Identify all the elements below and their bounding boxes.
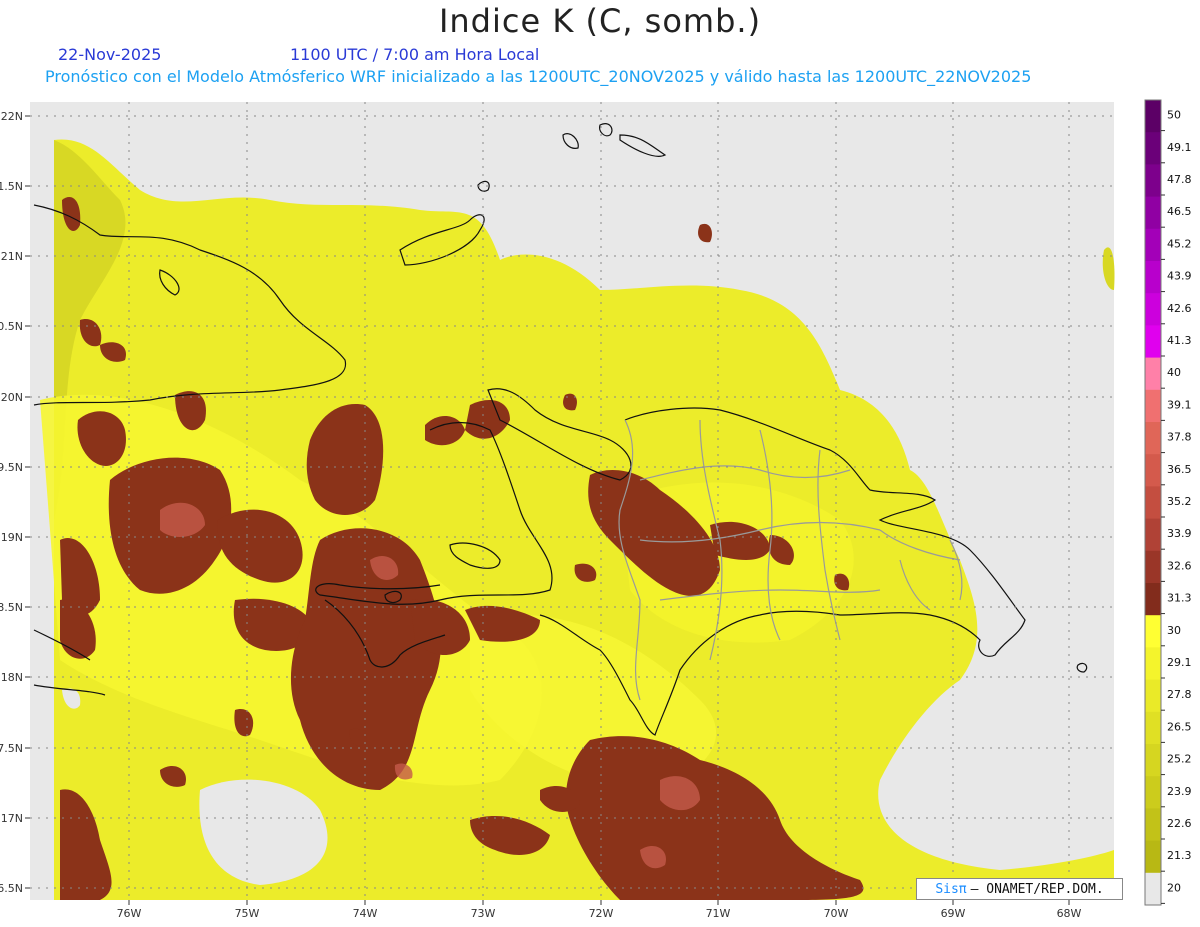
lon-tick-label: 71W: [706, 907, 731, 920]
colorbar-label: 21.3: [1167, 849, 1192, 862]
colorbar-label: 42.6: [1167, 302, 1192, 315]
colorbar-swatch: [1145, 583, 1161, 616]
lon-tick-label: 75W: [235, 907, 260, 920]
lon-tick-label: 68W: [1057, 907, 1082, 920]
colorbar-label: 50: [1167, 109, 1181, 122]
colorbar-label: 23.9: [1167, 785, 1192, 798]
longitude-ticks: 76W 75W 74W 73W 72W 71W 70W 69W 68W: [117, 900, 1082, 920]
colorbar-swatch: [1145, 357, 1161, 391]
colorbar-swatch: [1145, 647, 1161, 681]
colorbar-swatch: [1145, 164, 1161, 198]
colorbar-swatch: [1145, 132, 1161, 165]
colorbar-label: 32.6: [1167, 559, 1192, 572]
colorbar-swatch: [1145, 711, 1161, 745]
colorbar-label: 35.2: [1167, 495, 1192, 508]
brand-logo: Sisπ: [935, 881, 967, 897]
lat-tick-label: 20N: [1, 391, 23, 404]
colorbar-swatch: [1145, 196, 1161, 230]
lat-tick-label: 7.5N: [0, 742, 23, 755]
colorbar-swatch: [1145, 454, 1161, 487]
colorbar-swatch: [1145, 293, 1161, 326]
colorbar-label: 41.3: [1167, 334, 1192, 347]
colorbar-label: 22.6: [1167, 817, 1192, 830]
colorbar-label: 37.8: [1167, 431, 1192, 444]
colorbar-label: 39.1: [1167, 398, 1192, 411]
lon-tick-label: 73W: [471, 907, 496, 920]
colorbar-swatch: [1145, 550, 1161, 584]
colorbar: 50 49.1 47.8 46.5 45.2 43.9 42.6 41.3 40 39.1 37.8…: [1144, 99, 1192, 906]
lat-tick-label: 0.5N: [0, 320, 23, 333]
colorbar-swatch: [1145, 744, 1161, 777]
colorbar-swatch: [1145, 100, 1161, 133]
lat-tick-label: 22N: [1, 110, 23, 123]
colorbar-label: 20: [1167, 881, 1181, 894]
colorbar-label: 43.9: [1167, 270, 1192, 283]
colorbar-swatch: [1145, 325, 1161, 359]
latitude-ticks: 22N 1.5N 21N 0.5N 20N 9.5N 19N 8.5N 18N 7.5N 17N 6.…: [0, 110, 30, 895]
colorbar-swatch: [1145, 872, 1161, 906]
credit-text: – ONAMET/REP.DOM.: [970, 881, 1104, 897]
lat-tick-label: 21N: [1, 250, 23, 263]
lat-tick-label: 6.5N: [0, 882, 23, 895]
colorbar-swatch: [1145, 228, 1161, 262]
lat-tick-label: 8.5N: [0, 601, 23, 614]
colorbar-swatch: [1145, 486, 1161, 520]
colorbar-swatch: [1145, 776, 1161, 809]
colorbar-swatch: [1145, 840, 1161, 874]
lon-tick-label: 72W: [589, 907, 614, 920]
k-index-map: 76W 75W 74W 73W 72W 71W 70W 69W 68W 22N 1.5N 21N 0.…: [0, 99, 1192, 920]
colorbar-label: 45.2: [1167, 237, 1192, 250]
credit-box: Sisπ – ONAMET/REP.DOM.: [916, 878, 1123, 900]
colorbar-label: 30: [1167, 624, 1181, 637]
colorbar-label: 27.8: [1167, 688, 1192, 701]
colorbar-label: 31.3: [1167, 592, 1192, 605]
lat-tick-label: 18N: [1, 671, 23, 684]
colorbar-swatch: [1145, 422, 1161, 455]
colorbar-swatch: [1145, 679, 1161, 713]
colorbar-label: 40: [1167, 366, 1181, 379]
lat-tick-label: 9.5N: [0, 461, 23, 474]
colorbar-label: 33.9: [1167, 527, 1192, 540]
colorbar-swatch: [1145, 261, 1161, 294]
lat-tick-label: 17N: [1, 812, 23, 825]
colorbar-label: 29.1: [1167, 656, 1192, 669]
colorbar-swatch: [1145, 518, 1161, 552]
colorbar-label: 46.5: [1167, 205, 1192, 218]
lon-tick-label: 69W: [941, 907, 966, 920]
colorbar-label: 36.5: [1167, 463, 1192, 476]
lat-tick-label: 19N: [1, 531, 23, 544]
colorbar-label: 49.1: [1167, 141, 1192, 154]
lon-tick-label: 70W: [824, 907, 849, 920]
colorbar-swatch: [1145, 808, 1161, 842]
colorbar-label: 47.8: [1167, 173, 1192, 186]
colorbar-label: 26.5: [1167, 720, 1192, 733]
lon-tick-label: 76W: [117, 907, 142, 920]
lon-tick-label: 74W: [353, 907, 378, 920]
colorbar-swatch: [1145, 389, 1161, 423]
lat-tick-label: 1.5N: [0, 180, 23, 193]
colorbar-label: 25.2: [1167, 753, 1192, 766]
colorbar-swatch: [1145, 615, 1161, 648]
